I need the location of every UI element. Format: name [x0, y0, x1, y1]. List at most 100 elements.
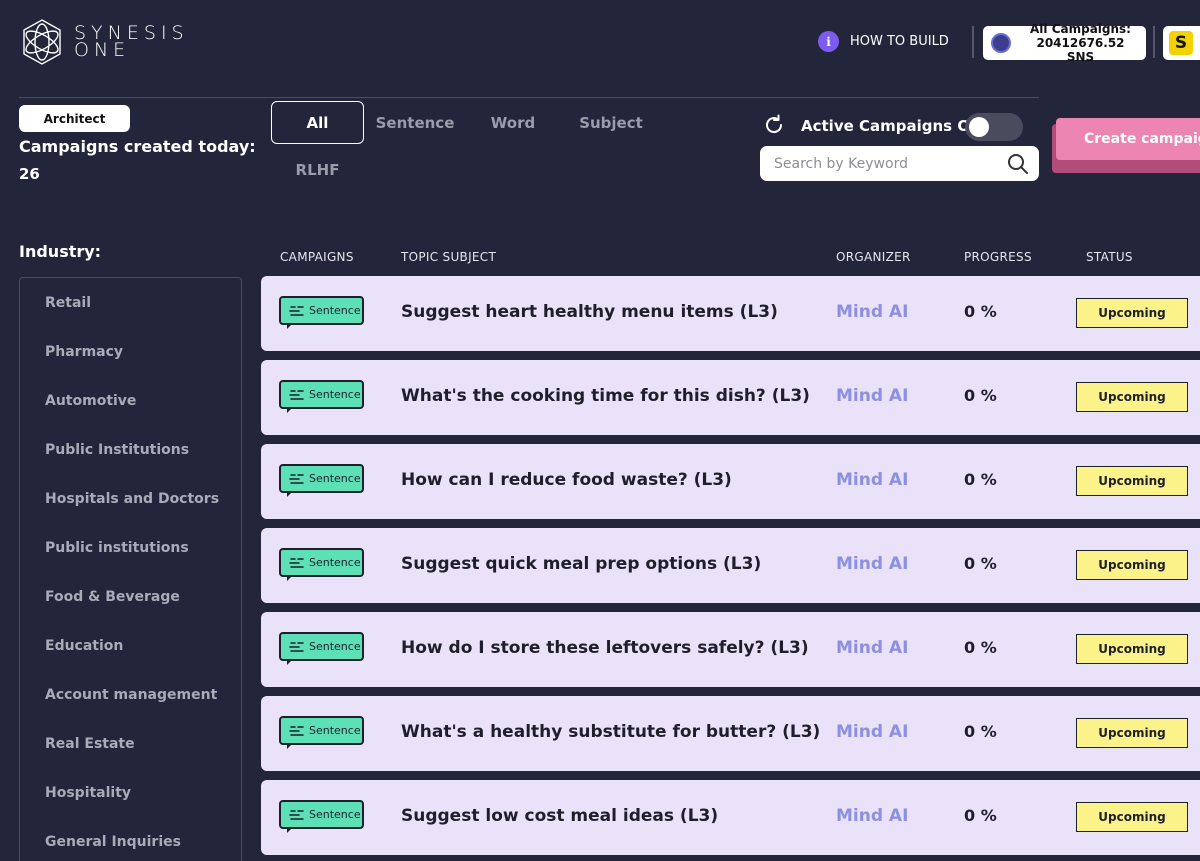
tag-tail: [287, 743, 293, 749]
tag-tail: [287, 407, 293, 413]
table-row[interactable]: Sentence How do I store these leftovers …: [261, 612, 1200, 687]
industry-item-pharmacy[interactable]: Pharmacy: [45, 344, 123, 360]
col-header-progress: PROGRESS: [964, 250, 1032, 264]
table-row[interactable]: Sentence Suggest low cost meal ideas (L3…: [261, 780, 1200, 855]
organizer[interactable]: Mind AI: [836, 722, 908, 742]
organizer[interactable]: Mind AI: [836, 470, 908, 490]
topic-subject[interactable]: What's a healthy substitute for butter? …: [401, 722, 820, 742]
organizer[interactable]: Mind AI: [836, 386, 908, 406]
topic-subject[interactable]: How can I reduce food waste? (L3): [401, 470, 732, 490]
search-input[interactable]: [760, 155, 1007, 172]
status-badge: Upcoming: [1076, 298, 1188, 328]
campaigns-created-count: 26: [19, 165, 40, 183]
toggle-knob: [969, 117, 989, 137]
how-to-build-link[interactable]: i HOW TO BUILD: [818, 31, 949, 52]
synesis-flower-logo-icon: [23, 19, 61, 65]
status-badge: Upcoming: [1076, 718, 1188, 748]
col-header-organizer: ORGANIZER: [836, 250, 911, 264]
campaign-type-tag: Sentence: [279, 548, 366, 582]
topic-subject[interactable]: Suggest quick meal prep options (L3): [401, 554, 761, 574]
tab-sentence[interactable]: Sentence: [372, 101, 458, 144]
campaign-type-tag: Sentence: [279, 464, 366, 498]
status-badge: Upcoming: [1076, 802, 1188, 832]
table-row[interactable]: Sentence What's the cooking time for thi…: [261, 360, 1200, 435]
campaign-type-tag: Sentence: [279, 380, 366, 414]
campaign-type-tag: Sentence: [279, 296, 366, 330]
search-box: [760, 146, 1039, 181]
all-campaigns-balance[interactable]: All Campaigns: 20412676.52 SNS: [983, 22, 1146, 64]
table-row[interactable]: Sentence Suggest heart healthy menu item…: [261, 276, 1200, 351]
tag-box: Sentence: [279, 800, 364, 829]
campaign-type-tag: Sentence: [279, 716, 366, 750]
tag-label: Sentence: [309, 388, 361, 401]
refresh-icon[interactable]: [763, 114, 785, 136]
status-badge: Upcoming: [1076, 466, 1188, 496]
organizer[interactable]: Mind AI: [836, 302, 908, 322]
role-badge: Architect: [19, 105, 130, 132]
header-rule: [19, 97, 1039, 98]
create-campaign-button[interactable]: Create campaign: [1052, 118, 1200, 173]
topic-subject[interactable]: How do I store these leftovers safely? (…: [401, 638, 809, 658]
tag-label: Sentence: [309, 724, 361, 737]
topic-subject[interactable]: Suggest heart healthy menu items (L3): [401, 302, 778, 322]
tag-box: Sentence: [279, 548, 364, 577]
col-header-campaigns: CAMPAIGNS: [280, 250, 354, 264]
tab-word[interactable]: Word: [476, 101, 550, 144]
balance-text: All Campaigns: 20412676.52 SNS: [1021, 22, 1146, 64]
industry-item-general-inquiries[interactable]: General Inquiries: [45, 834, 181, 850]
synesis-s-icon: S: [1169, 31, 1193, 55]
industry-item-hospitals-and-doctors[interactable]: Hospitals and Doctors: [45, 491, 219, 507]
col-header-status: STATUS: [1086, 250, 1133, 264]
tag-tail: [287, 827, 293, 833]
speech-bubble-icon: [289, 725, 304, 736]
industry-item-retail[interactable]: Retail: [45, 295, 91, 311]
industry-item-food-beverage[interactable]: Food & Beverage: [45, 589, 180, 605]
table-row[interactable]: Sentence How can I reduce food waste? (L…: [261, 444, 1200, 519]
tag-box: Sentence: [279, 716, 364, 745]
status-badge: Upcoming: [1076, 550, 1188, 580]
tag-box: Sentence: [279, 380, 364, 409]
tag-label: Sentence: [309, 472, 361, 485]
active-campaigns-toggle[interactable]: [965, 113, 1023, 141]
campaign-type-tag: Sentence: [279, 632, 366, 666]
tag-box: Sentence: [279, 296, 364, 325]
progress-value: 0 %: [964, 302, 997, 321]
topic-subject[interactable]: Suggest low cost meal ideas (L3): [401, 806, 718, 826]
industry-item-education[interactable]: Education: [45, 638, 123, 654]
search-icon[interactable]: [1007, 153, 1029, 175]
synesis-one-logo[interactable]: SYNESIS ONE: [20, 18, 189, 66]
industry-title: Industry:: [19, 242, 102, 261]
industry-item-public-institutions[interactable]: Public Institutions: [45, 442, 189, 458]
tag-label: Sentence: [309, 808, 361, 821]
status-badge: Upcoming: [1076, 382, 1188, 412]
table-row[interactable]: Sentence Suggest quick meal prep options…: [261, 528, 1200, 603]
synesis-token-button[interactable]: S: [1163, 26, 1200, 60]
table-row[interactable]: Sentence What's a healthy substitute for…: [261, 696, 1200, 771]
speech-bubble-icon: [289, 641, 304, 652]
progress-value: 0 %: [964, 638, 997, 657]
tab-rlhf[interactable]: RLHF: [271, 152, 364, 188]
sns-token-icon: [991, 33, 1011, 53]
progress-value: 0 %: [964, 806, 997, 825]
speech-bubble-icon: [289, 473, 304, 484]
organizer[interactable]: Mind AI: [836, 806, 908, 826]
industry-item-hospitality[interactable]: Hospitality: [45, 785, 131, 801]
industry-item-automotive[interactable]: Automotive: [45, 393, 136, 409]
industry-item-account-management[interactable]: Account management: [45, 687, 217, 703]
progress-value: 0 %: [964, 722, 997, 741]
industry-item-real-estate[interactable]: Real Estate: [45, 736, 135, 752]
tab-subject[interactable]: Subject: [570, 101, 652, 144]
topic-subject[interactable]: What's the cooking time for this dish? (…: [401, 386, 810, 406]
organizer[interactable]: Mind AI: [836, 638, 908, 658]
campaigns-created-label: Campaigns created today:: [19, 137, 256, 156]
how-to-build-label: HOW TO BUILD: [850, 34, 949, 49]
industry-item-public-institutions-2[interactable]: Public institutions: [45, 540, 189, 556]
progress-value: 0 %: [964, 386, 997, 405]
organizer[interactable]: Mind AI: [836, 554, 908, 574]
header-divider: [972, 26, 974, 58]
info-icon: i: [818, 31, 839, 52]
tab-all[interactable]: All: [271, 101, 364, 144]
campaign-type-tag: Sentence: [279, 800, 366, 834]
speech-bubble-icon: [289, 389, 304, 400]
tag-box: Sentence: [279, 464, 364, 493]
